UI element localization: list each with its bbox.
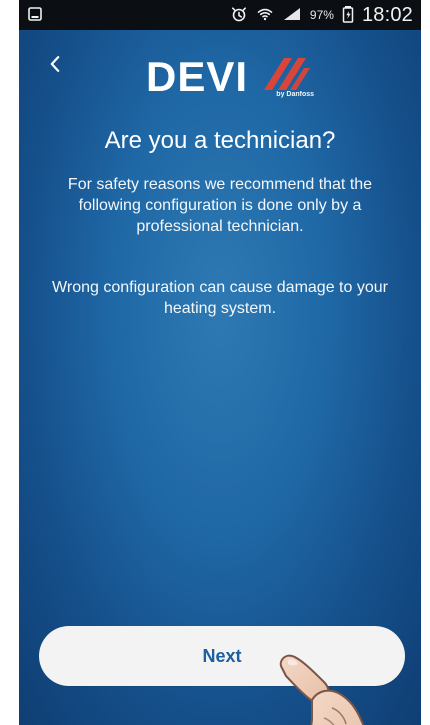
logo-wordmark: DEVI: [146, 53, 249, 100]
screenshot-icon: [27, 6, 43, 25]
wifi-icon: [256, 5, 274, 26]
status-time: 18:02: [361, 3, 413, 26]
status-right: 97% 18:02: [230, 4, 413, 27]
battery-percent: 97%: [309, 8, 334, 22]
cell-signal-icon: [282, 6, 302, 25]
chevron-left-icon: [44, 53, 66, 80]
status-left: [27, 6, 43, 25]
app-header: DEVI by Danfoss: [19, 30, 421, 108]
battery-icon: [342, 5, 354, 26]
phone-screen: 97% 18:02 DEVI by Danfoss Are you a tech…: [19, 0, 421, 725]
logo-mark: by Danfoss: [254, 52, 315, 98]
status-bar: 97% 18:02: [19, 0, 421, 30]
alarm-clock-icon: [230, 5, 248, 26]
next-button[interactable]: Next: [39, 626, 405, 686]
devi-logo: DEVI by Danfoss: [146, 44, 315, 100]
logo-subtext: by Danfoss: [276, 91, 315, 98]
back-button[interactable]: [29, 40, 81, 92]
technician-warning-screen: DEVI by Danfoss Are you a technician? Fo…: [19, 30, 421, 725]
message-content: Are you a technician? For safety reasons…: [49, 126, 391, 319]
safety-message: For safety reasons we recommend that the…: [67, 176, 373, 235]
damage-warning: Wrong configuration can cause damage to …: [52, 279, 388, 317]
page-title: Are you a technician?: [104, 127, 336, 154]
